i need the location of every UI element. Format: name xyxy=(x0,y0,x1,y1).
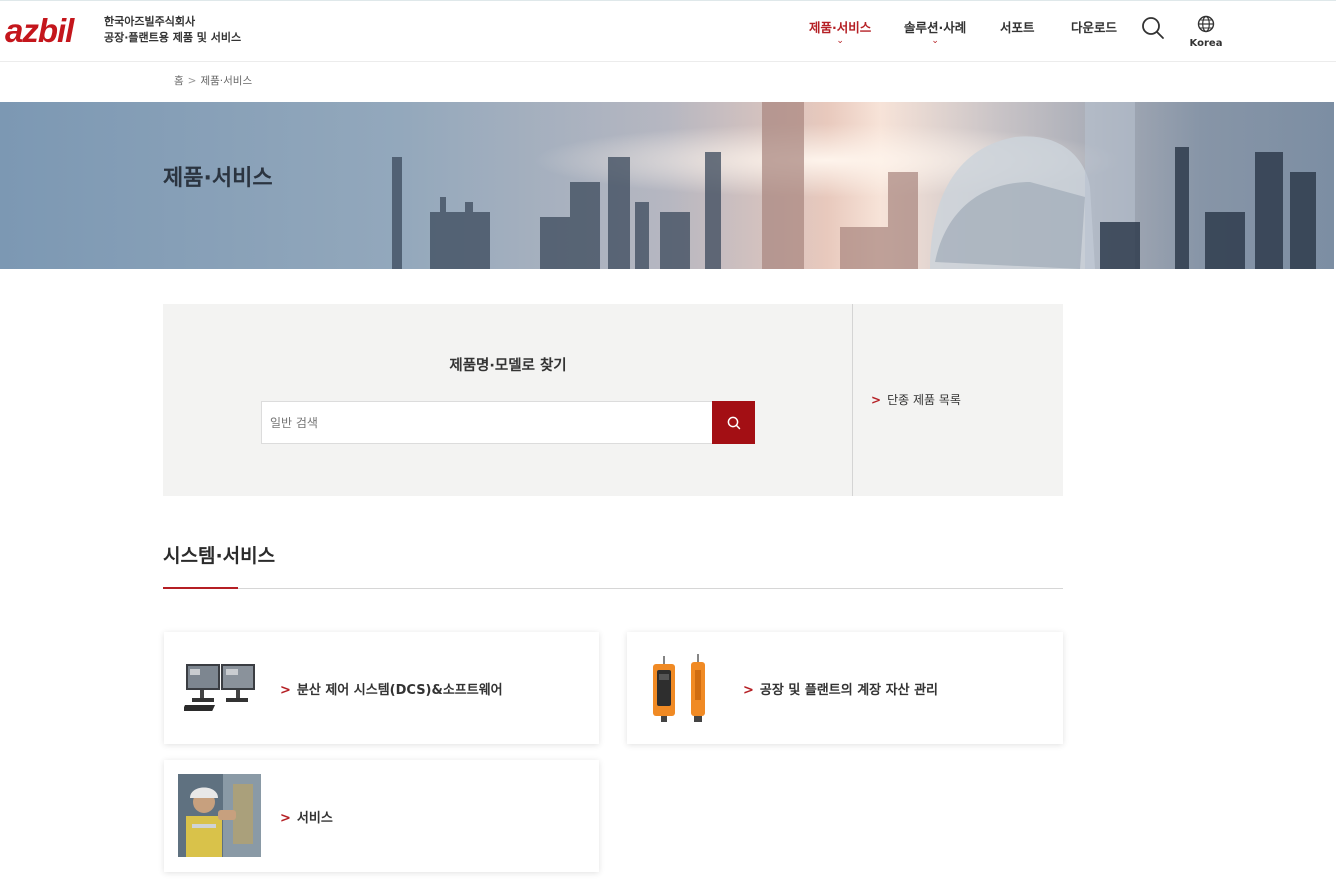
discontinued-products-link[interactable]: > 단종 제품 목록 xyxy=(871,391,961,408)
chevron-right-icon: > xyxy=(280,683,291,698)
nav-label: 서포트 xyxy=(1000,20,1035,35)
breadcrumb-separator-icon: > xyxy=(187,75,197,87)
link-label: 단종 제품 목록 xyxy=(887,393,961,407)
section-divider-accent xyxy=(163,587,238,589)
nav-support[interactable]: 서포트 xyxy=(1000,17,1035,36)
nav-label: 다운로드 xyxy=(1071,20,1118,35)
card-label: > 서비스 xyxy=(280,807,333,826)
search-icon[interactable] xyxy=(1141,16,1165,40)
product-search-panel: 제품명·모델로 찾기 > 단종 제품 목록 xyxy=(163,304,1063,496)
globe-icon xyxy=(1197,15,1215,33)
hero-banner: 제품·서비스 xyxy=(0,102,1334,269)
field-communicator-image xyxy=(653,654,705,722)
azbil-logo[interactable]: azbil xyxy=(5,11,74,51)
nav-products-services[interactable]: 제품·서비스 ⌄ xyxy=(809,17,871,46)
search-title: 제품명·모델로 찾기 xyxy=(449,358,567,374)
chevron-right-icon: > xyxy=(280,811,291,826)
card-dcs-software[interactable]: > 분산 제어 시스템(DCS)&소프트웨어 xyxy=(164,632,599,744)
dcs-monitors-image xyxy=(184,664,255,711)
search-area: 제품명·모델로 찾기 xyxy=(163,304,853,496)
search-button[interactable] xyxy=(712,401,755,444)
card-instrument-asset-management[interactable]: > 공장 및 플랜트의 계장 자산 관리 xyxy=(627,632,1063,744)
breadcrumb-home[interactable]: 홈 xyxy=(174,75,184,87)
card-title: 공장 및 플랜트의 계장 자산 관리 xyxy=(759,683,939,698)
nav-solutions-cases[interactable]: 솔루션·사례 ⌄ xyxy=(904,17,966,46)
region-selector[interactable]: Korea xyxy=(1189,15,1223,49)
card-services[interactable]: > 서비스 xyxy=(164,760,599,872)
chevron-down-icon: ⌄ xyxy=(931,36,939,46)
card-title: 분산 제어 시스템(DCS)&소프트웨어 xyxy=(296,683,503,698)
card-label: > 분산 제어 시스템(DCS)&소프트웨어 xyxy=(280,679,503,698)
breadcrumb: 홈 > 제품·서비스 xyxy=(174,73,252,88)
breadcrumb-current: 제품·서비스 xyxy=(200,75,253,87)
company-line-1: 한국아즈빌주식회사 xyxy=(104,15,196,28)
search-input[interactable] xyxy=(261,401,713,444)
chevron-down-icon: ⌄ xyxy=(836,36,844,46)
section-divider xyxy=(163,588,1063,589)
chevron-right-icon: > xyxy=(871,393,882,407)
nav-downloads[interactable]: 다운로드 xyxy=(1071,17,1117,36)
nav-label: 제품·서비스 xyxy=(809,20,872,35)
service-technician-image xyxy=(178,774,261,857)
site-header: azbil 한국아즈빌주식회사 공장·플랜트용 제품 및 서비스 제품·서비스 … xyxy=(0,0,1336,62)
card-label: > 공장 및 플랜트의 계장 자산 관리 xyxy=(743,679,938,698)
search-icon xyxy=(727,416,740,429)
region-label: Korea xyxy=(1189,38,1223,49)
page-title: 제품·서비스 xyxy=(163,166,273,191)
section-title: 시스템·서비스 xyxy=(163,545,276,567)
company-line-2: 공장·플랜트용 제품 및 서비스 xyxy=(104,31,242,44)
nav-label: 솔루션·사례 xyxy=(904,20,967,35)
company-name: 한국아즈빌주식회사 공장·플랜트용 제품 및 서비스 xyxy=(104,14,241,46)
card-title: 서비스 xyxy=(296,811,333,826)
chevron-right-icon: > xyxy=(743,683,754,698)
